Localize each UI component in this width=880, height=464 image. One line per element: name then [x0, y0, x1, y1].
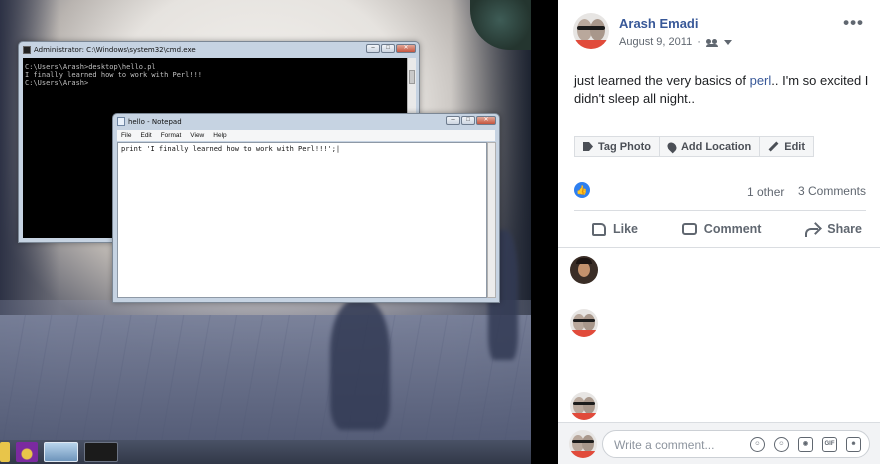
comment-button[interactable]: Comment: [681, 222, 762, 236]
pencil-icon: [768, 141, 779, 152]
comment-composer: Write a comment... ☺ ☺ ◉ GIF ☻: [558, 422, 880, 464]
menu-edit[interactable]: Edit: [140, 130, 151, 141]
cmd-icon: [23, 45, 31, 54]
add-location-button[interactable]: Add Location: [659, 136, 761, 157]
tag-photo-button[interactable]: Tag Photo: [574, 136, 660, 157]
yahoo-messenger-icon[interactable]: [16, 442, 38, 462]
cmd-title: Administrator: C:\Windows\system32\cmd.e…: [34, 45, 196, 54]
avatar-face-right: [583, 397, 595, 414]
post-photo[interactable]: Administrator: C:\Windows\system32\cmd.e…: [0, 0, 558, 464]
tag-photo-label: Tag Photo: [598, 140, 651, 153]
avatar-glasses: [573, 402, 595, 405]
notepad-text-area[interactable]: print 'I finally learned how to work wit…: [117, 142, 487, 298]
edit-label: Edit: [784, 140, 806, 153]
commenter-avatar[interactable]: [570, 392, 598, 420]
meta-separator: ·: [697, 36, 701, 48]
sticker-icon[interactable]: ☻: [846, 437, 861, 452]
notepad-window[interactable]: hello - Notepad – □ ✕ File Edit Format V…: [112, 113, 500, 303]
explorer-taskbar-icon[interactable]: [44, 442, 78, 462]
comment-label: Comment: [703, 222, 762, 236]
avatar-glasses: [572, 440, 594, 443]
photo-actions: Tag Photo Add Location Edit: [574, 136, 815, 157]
divider: [574, 210, 866, 211]
comment-input-tools: ☺ ☺ ◉ GIF ☻: [750, 437, 861, 452]
commenter-avatar[interactable]: [570, 309, 598, 337]
notepad-scrollbar[interactable]: [487, 142, 496, 298]
avatar-sticker-icon[interactable]: ☺: [750, 437, 765, 452]
maximize-button[interactable]: □: [461, 116, 475, 125]
post-sidebar: Arash Emadi August 9, 2011 · ••• just le…: [558, 0, 880, 464]
close-button[interactable]: ✕: [396, 44, 416, 53]
notepad-window-buttons: – □ ✕: [446, 116, 496, 125]
taskbar: [0, 440, 531, 464]
my-avatar[interactable]: [569, 430, 597, 458]
more-options-icon[interactable]: •••: [843, 13, 864, 33]
share-icon: [805, 223, 820, 237]
notepad-icon: [117, 117, 125, 126]
avatar-face-right: [590, 19, 605, 41]
avatar-shirt: [569, 451, 597, 458]
avatar-glasses: [573, 319, 595, 322]
comments-count[interactable]: 3 Comments: [798, 184, 866, 198]
comment-input[interactable]: Write a comment... ☺ ☺ ◉ GIF ☻: [602, 430, 870, 458]
friends-icon[interactable]: [705, 38, 719, 47]
cmd-titlebar[interactable]: Administrator: C:\Windows\system32\cmd.e…: [19, 42, 419, 57]
comments-list: [558, 247, 880, 422]
like-reaction-icon[interactable]: 👍: [574, 182, 590, 198]
location-pin-icon: [665, 140, 679, 153]
author-name[interactable]: Arash Emadi: [619, 16, 698, 31]
cmd-window-buttons: – □ ✕: [366, 44, 416, 53]
share-button[interactable]: Share: [805, 222, 862, 237]
notepad-title: hello - Notepad: [128, 117, 182, 126]
cmd-scroll-thumb[interactable]: [409, 70, 415, 84]
perl-link[interactable]: perl: [750, 73, 772, 88]
gif-icon[interactable]: GIF: [822, 437, 837, 452]
desktop-wallpaper: Administrator: C:\Windows\system32\cmd.e…: [0, 0, 531, 440]
menu-file[interactable]: File: [121, 130, 131, 141]
avatar-face-right: [582, 435, 594, 452]
edit-button[interactable]: Edit: [760, 136, 815, 157]
reactions-summary: 👍 1 other 3 Comments: [574, 180, 866, 202]
comment-icon: [681, 223, 697, 235]
avatar-shirt: [573, 40, 609, 49]
minimize-button[interactable]: –: [446, 116, 460, 125]
like-label: Like: [613, 222, 639, 236]
notepad-titlebar[interactable]: hello - Notepad: [113, 114, 499, 129]
wallpaper-floor-tint: [0, 300, 531, 440]
menu-view[interactable]: View: [190, 130, 204, 141]
camera-icon[interactable]: ◉: [798, 437, 813, 452]
post-action-bar: Like Comment Share: [574, 212, 866, 246]
wallpaper-person-walking: [330, 300, 390, 430]
avatar-glasses: [577, 26, 605, 30]
post-meta: August 9, 2011 ·: [619, 36, 732, 48]
reactions-count[interactable]: 1 other: [747, 185, 784, 199]
taskbar-app-icon[interactable]: [0, 442, 10, 462]
avatar-shirt: [570, 413, 598, 420]
notepad-menubar: File Edit Format View Help: [117, 130, 495, 141]
menu-format[interactable]: Format: [161, 130, 182, 141]
commenter-avatar[interactable]: [570, 256, 598, 284]
comment-placeholder: Write a comment...: [614, 438, 715, 452]
author-avatar[interactable]: [573, 13, 609, 49]
avatar-face: [578, 262, 590, 277]
add-location-label: Add Location: [680, 140, 752, 153]
post-date[interactable]: August 9, 2011: [619, 36, 692, 48]
cmd-taskbar-icon[interactable]: [84, 442, 118, 462]
avatar-shirt: [570, 330, 598, 337]
menu-help[interactable]: Help: [213, 130, 226, 141]
chevron-down-icon[interactable]: [723, 39, 732, 45]
maximize-button[interactable]: □: [381, 44, 395, 53]
thumbs-up-icon: [592, 222, 606, 236]
post-text-before: just learned the very basics of: [574, 73, 750, 88]
avatar-hair: [576, 258, 592, 264]
emoji-icon[interactable]: ☺: [774, 437, 789, 452]
tag-icon: [583, 142, 593, 151]
post-text: just learned the very basics of perl.. I…: [574, 72, 870, 108]
close-button[interactable]: ✕: [476, 116, 496, 125]
minimize-button[interactable]: –: [366, 44, 380, 53]
share-label: Share: [827, 222, 862, 236]
like-button[interactable]: Like: [592, 222, 638, 236]
avatar-face-right: [583, 314, 595, 331]
